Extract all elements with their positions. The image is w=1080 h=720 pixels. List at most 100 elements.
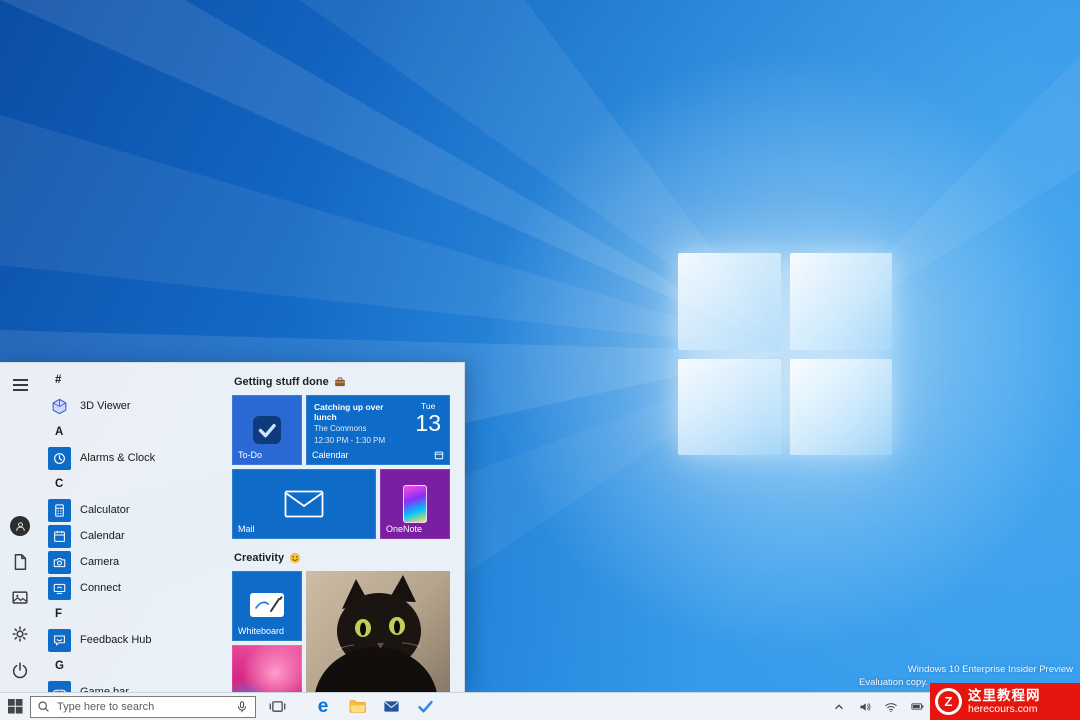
tile-photos[interactable] <box>306 571 450 692</box>
expand-menu-button[interactable] <box>5 373 35 397</box>
user-avatar-icon <box>10 516 30 536</box>
windows-start-icon <box>7 699 23 714</box>
hamburger-icon <box>12 379 28 391</box>
edge-taskbar-button[interactable]: e <box>306 693 340 720</box>
todo-taskbar-button[interactable] <box>408 693 442 720</box>
tile-label: OneNote <box>386 524 423 534</box>
taskbar-search[interactable] <box>30 695 256 718</box>
insider-preview-watermark: Windows 10 Enterprise Insider Preview <box>907 664 1073 675</box>
app-item-connect[interactable]: Connect <box>48 575 226 601</box>
group-title: Creativity <box>234 552 285 564</box>
section-letter: # <box>55 374 62 386</box>
power-icon <box>12 662 28 679</box>
todo-check-icon <box>253 416 281 444</box>
start-button[interactable] <box>0 693 30 720</box>
settings-button[interactable] <box>5 622 35 646</box>
tile-onenote[interactable]: OneNote <box>380 469 450 539</box>
section-g[interactable]: G <box>48 653 226 679</box>
windows-logo-pane <box>789 253 892 350</box>
gear-icon <box>12 626 28 642</box>
start-menu: # 3D Viewer A Alarms & Clock C Calculato… <box>0 362 465 692</box>
app-item-calculator[interactable]: Calculator <box>48 497 226 523</box>
calendar-icon <box>48 524 71 548</box>
feedback-hub-icon <box>48 628 71 652</box>
windows-logo-wallpaper <box>678 253 892 455</box>
document-icon <box>14 554 27 570</box>
task-view-icon <box>269 701 285 712</box>
start-app-list: # 3D Viewer A Alarms & Clock C Calculato… <box>40 363 226 692</box>
windows-logo-pane <box>678 358 781 455</box>
app-item-calendar[interactable]: Calendar <box>48 523 226 549</box>
app-item-3d-viewer[interactable]: 3D Viewer <box>48 393 226 419</box>
section-hash[interactable]: # <box>48 367 226 393</box>
event-location: The Commons <box>314 424 367 434</box>
power-button[interactable] <box>5 658 35 682</box>
tile-group-productivity[interactable]: Getting stuff done <box>234 373 346 391</box>
app-label: Camera <box>80 556 120 568</box>
pictures-button[interactable] <box>5 586 35 610</box>
section-letter: A <box>55 426 64 438</box>
tile-paint-3d[interactable] <box>232 645 302 692</box>
network-tray-button[interactable] <box>880 700 902 714</box>
calendar-glyph-icon <box>434 451 444 460</box>
phone-image <box>403 485 427 523</box>
section-c[interactable]: C <box>48 471 226 497</box>
whiteboard-icon <box>250 593 284 617</box>
section-a[interactable]: A <box>48 419 226 445</box>
tile-calendar[interactable]: Catching up over lunch The Commons 12:30… <box>306 395 450 465</box>
app-label: Calendar <box>80 530 125 542</box>
site-logo-letter: Z <box>938 691 959 712</box>
section-letter: G <box>55 660 64 672</box>
game-bar-icon <box>48 680 71 692</box>
app-label: Connect <box>80 582 121 594</box>
site-name: 这里教程网 <box>968 687 1041 703</box>
site-domain: herecours.com <box>968 703 1038 716</box>
taskbar: e <box>0 692 1080 720</box>
task-view-button[interactable] <box>260 693 294 720</box>
site-watermark-badge: Z 这里教程网 herecours.com <box>930 683 1080 720</box>
tile-whiteboard[interactable]: Whiteboard <box>232 571 302 641</box>
edge-icon: e <box>317 696 329 717</box>
briefcase-icon <box>334 377 345 387</box>
battery-tray-button[interactable] <box>906 699 928 714</box>
site-logo: Z <box>935 688 962 715</box>
app-item-game-bar[interactable]: Game bar <box>48 679 226 692</box>
tile-todo[interactable]: To-Do <box>232 395 302 465</box>
app-item-camera[interactable]: Camera <box>48 549 226 575</box>
show-hidden-icons-button[interactable] <box>828 701 850 713</box>
mail-icon <box>383 701 399 712</box>
app-item-feedback-hub[interactable]: Feedback Hub <box>48 627 226 653</box>
app-label: Feedback Hub <box>80 634 152 646</box>
app-label: Alarms & Clock <box>80 452 156 464</box>
calendar-date: Tue 13 <box>415 401 441 435</box>
tile-label: To-Do <box>238 450 263 460</box>
connect-icon <box>48 576 71 600</box>
section-f[interactable]: F <box>48 601 226 627</box>
windows-logo-pane <box>678 253 781 350</box>
documents-button[interactable] <box>5 550 35 574</box>
microphone-icon[interactable] <box>235 700 249 714</box>
tile-mail[interactable]: Mail <box>232 469 376 539</box>
pictures-icon <box>12 591 28 604</box>
user-account-button[interactable] <box>5 514 35 538</box>
app-label: 3D Viewer <box>80 400 131 412</box>
calculator-icon <box>48 498 71 522</box>
event-title: Catching up over lunch <box>314 402 384 423</box>
day-number: 13 <box>415 410 441 436</box>
calendar-event: Catching up over lunch The Commons 12:30… <box>314 402 400 446</box>
clock-icon <box>48 446 71 470</box>
camera-icon <box>48 550 71 574</box>
start-tiles: Getting stuff done To-Do Catching up ove… <box>226 363 464 692</box>
search-input[interactable] <box>55 699 230 714</box>
mail-taskbar-button[interactable] <box>374 693 408 720</box>
tile-group-creativity[interactable]: Creativity <box>234 549 301 567</box>
app-item-alarms-clock[interactable]: Alarms & Clock <box>48 445 226 471</box>
windows-logo-pane <box>789 358 892 455</box>
screen: Windows 10 Enterprise Insider Preview Ev… <box>0 0 1080 720</box>
section-letter: F <box>55 608 63 620</box>
smiley-icon <box>289 552 301 564</box>
volume-tray-button[interactable] <box>854 700 876 714</box>
evaluation-copy-watermark: Evaluation copy. <box>858 677 928 688</box>
event-time: 12:30 PM - 1:30 PM <box>314 435 386 445</box>
file-explorer-taskbar-button[interactable] <box>340 693 374 720</box>
